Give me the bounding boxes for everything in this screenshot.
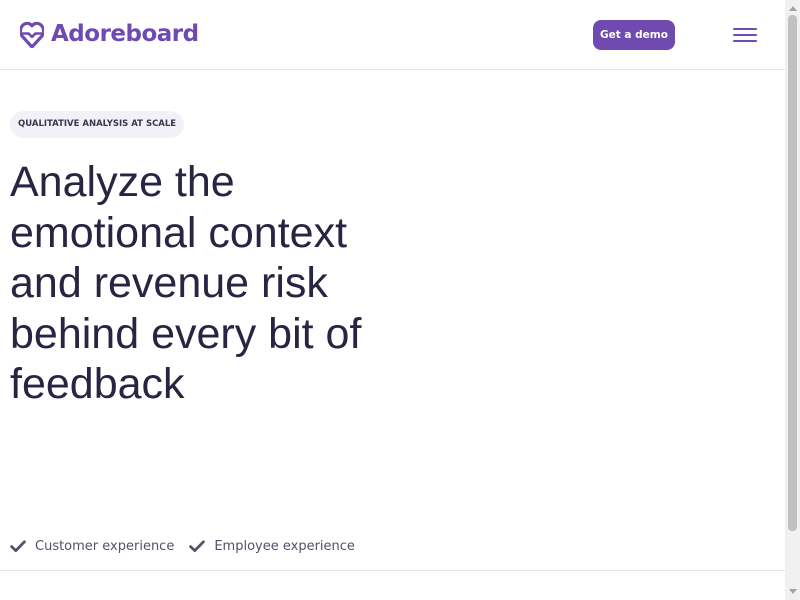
get-a-demo-button[interactable]: Get a demo bbox=[593, 20, 675, 50]
check-icon bbox=[189, 539, 214, 553]
scroll-down-arrow-icon[interactable] bbox=[789, 589, 797, 594]
check-icon bbox=[10, 539, 35, 553]
hamburger-menu-icon[interactable] bbox=[733, 26, 757, 44]
section-badge: QUALITATIVE ANALYSIS AT SCALE bbox=[10, 111, 185, 138]
logo-text: Adoreboard bbox=[51, 21, 199, 47]
scrollbar-thumb[interactable] bbox=[788, 15, 797, 531]
main-content: Adoreboard Get a demo QUALITATIVE ANALYS… bbox=[0, 0, 785, 600]
heart-logo-icon bbox=[20, 21, 44, 48]
feature-item-employee-experience: Employee experience bbox=[189, 539, 355, 554]
feature-label: Employee experience bbox=[214, 538, 355, 554]
section-divider bbox=[0, 570, 785, 571]
feature-label: Customer experience bbox=[35, 538, 175, 554]
page: Adoreboard Get a demo QUALITATIVE ANALYS… bbox=[0, 0, 800, 600]
logo-link[interactable]: Adoreboard bbox=[20, 20, 199, 48]
scroll-up-arrow-icon[interactable] bbox=[789, 6, 797, 11]
vertical-scrollbar[interactable] bbox=[785, 0, 800, 600]
hero-headline: Analyze the emotional context and revenu… bbox=[10, 158, 362, 408]
site-header: Adoreboard Get a demo bbox=[0, 0, 785, 70]
feature-item-customer-experience: Customer experience bbox=[10, 539, 174, 554]
feature-list: Customer experience Employee experience bbox=[10, 536, 370, 556]
